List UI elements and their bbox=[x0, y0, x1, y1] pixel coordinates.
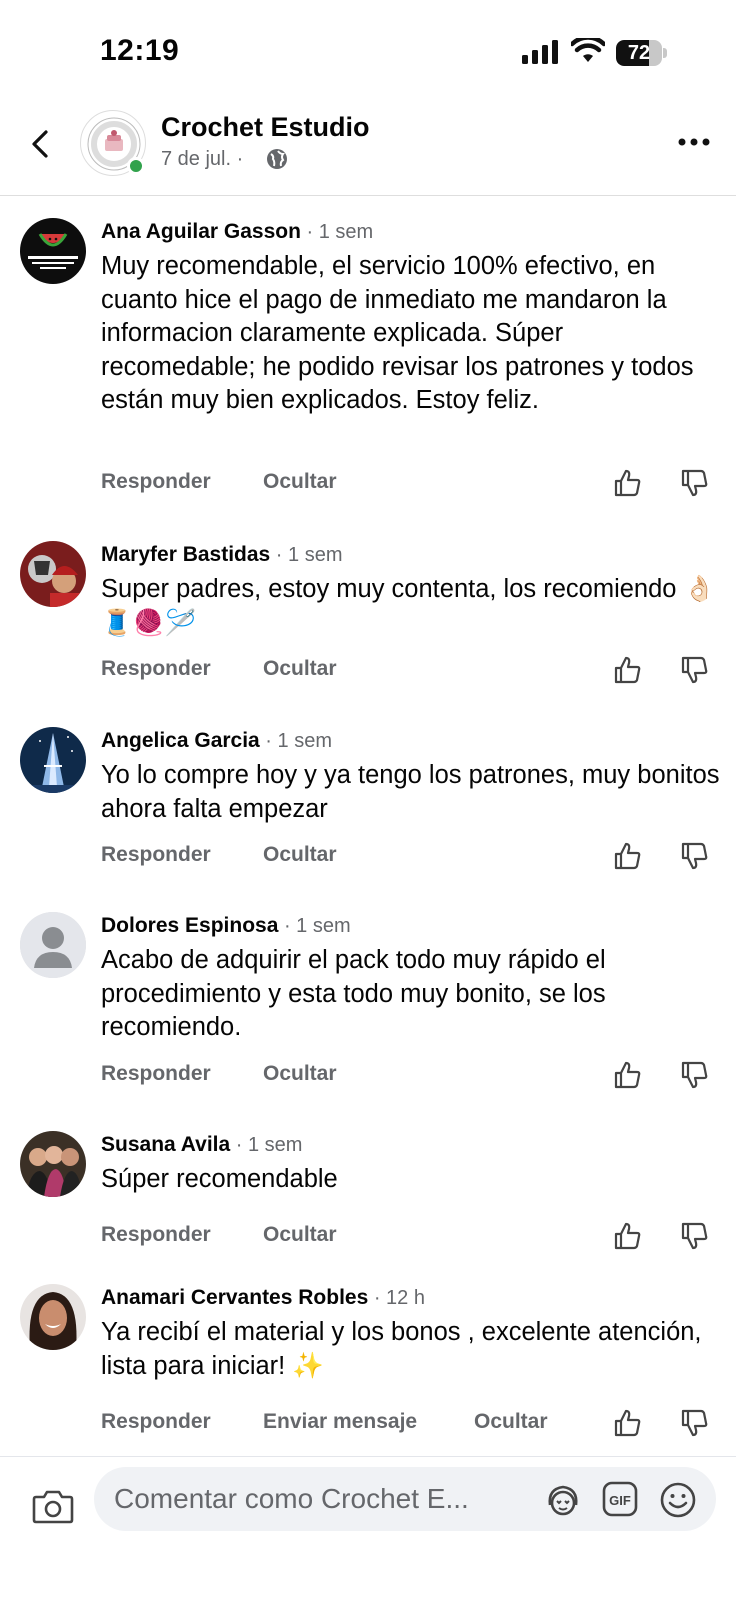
like-icon[interactable] bbox=[613, 468, 643, 498]
like-icon[interactable] bbox=[613, 841, 643, 871]
hide-button[interactable]: Ocultar bbox=[263, 1062, 337, 1086]
comment-author[interactable]: Susana Avila bbox=[101, 1133, 230, 1156]
page-name[interactable]: Crochet Estudio bbox=[161, 112, 370, 143]
wifi-icon bbox=[571, 38, 605, 62]
cellular-signal-icon bbox=[522, 40, 558, 64]
comment-item: Susana Avila · 1 sem Súper recomendable … bbox=[0, 1131, 736, 1261]
hide-button[interactable]: Ocultar bbox=[263, 1223, 337, 1247]
like-icon[interactable] bbox=[613, 1221, 643, 1251]
comment-input[interactable]: Comentar como Crochet E... GIF bbox=[94, 1467, 716, 1531]
dislike-icon[interactable] bbox=[680, 1060, 710, 1090]
comment-text: Super padres, estoy muy contenta, los re… bbox=[101, 575, 716, 637]
camera-icon[interactable] bbox=[32, 1487, 74, 1525]
commenter-avatar[interactable] bbox=[20, 1284, 86, 1350]
comment-text: Muy recomendable, el servicio 100% efect… bbox=[101, 252, 694, 414]
comment-text: Súper recomendable bbox=[101, 1165, 338, 1193]
comment-author[interactable]: Ana Aguilar Gasson bbox=[101, 220, 301, 243]
comment-author[interactable]: Maryfer Bastidas bbox=[101, 543, 270, 566]
dislike-icon[interactable] bbox=[680, 1221, 710, 1251]
comment-time: · 1 sem bbox=[278, 915, 351, 937]
commenter-avatar[interactable] bbox=[20, 1131, 86, 1197]
reply-button[interactable]: Responder bbox=[101, 657, 211, 681]
emoji-icon[interactable] bbox=[659, 1481, 697, 1519]
reply-button[interactable]: Responder bbox=[101, 1062, 211, 1086]
hide-button[interactable]: Ocultar bbox=[263, 470, 337, 494]
comment-item: Dolores Espinosa · 1 sem Acabo de adquir… bbox=[0, 912, 736, 1102]
more-options-icon[interactable] bbox=[676, 130, 716, 154]
battery-level-text: 72 bbox=[627, 42, 651, 64]
reply-button[interactable]: Responder bbox=[101, 1223, 211, 1247]
globe-icon bbox=[267, 149, 287, 169]
status-time: 12:19 bbox=[100, 34, 180, 67]
commenter-avatar[interactable] bbox=[20, 218, 86, 284]
comment-time: · 1 sem bbox=[259, 730, 332, 752]
online-status-dot bbox=[127, 157, 145, 175]
commenter-avatar[interactable] bbox=[20, 912, 86, 978]
comment-author[interactable]: Anamari Cervantes Robles bbox=[101, 1286, 368, 1309]
comment-text: Ya recibí el material y los bonos , exce… bbox=[101, 1318, 702, 1380]
like-icon[interactable] bbox=[613, 655, 643, 685]
dislike-icon[interactable] bbox=[680, 655, 710, 685]
commenter-avatar[interactable] bbox=[20, 727, 86, 793]
post-date[interactable]: 7 de jul. · bbox=[161, 148, 243, 171]
comment-time: · 12 h bbox=[368, 1287, 425, 1309]
reply-button[interactable]: Responder bbox=[101, 1410, 211, 1434]
reply-button[interactable]: Responder bbox=[101, 470, 211, 494]
like-icon[interactable] bbox=[613, 1060, 643, 1090]
comment-item: Ana Aguilar Gasson · 1 sem Muy recomenda… bbox=[0, 218, 736, 518]
dislike-icon[interactable] bbox=[680, 1408, 710, 1438]
hide-button[interactable]: Ocultar bbox=[474, 1410, 548, 1434]
comment-text: Yo lo compre hoy y ya tengo los patrones… bbox=[101, 761, 720, 823]
comment-item: Anamari Cervantes Robles · 12 h Ya recib… bbox=[0, 1284, 736, 1444]
comment-time: · 1 sem bbox=[230, 1134, 303, 1156]
comment-time: · 1 sem bbox=[300, 221, 374, 243]
comment-text: Acabo de adquirir el pack todo muy rápid… bbox=[101, 946, 606, 1041]
comment-placeholder: Comentar como Crochet E... bbox=[114, 1483, 469, 1514]
dislike-icon[interactable] bbox=[680, 841, 710, 871]
dislike-icon[interactable] bbox=[680, 468, 710, 498]
status-bar: 12:19 72 bbox=[0, 0, 736, 100]
send-message-button[interactable]: Enviar mensaje bbox=[263, 1410, 417, 1434]
reply-button[interactable]: Responder bbox=[101, 843, 211, 867]
battery-indicator: 72 bbox=[616, 40, 667, 66]
hide-button[interactable]: Ocultar bbox=[263, 843, 337, 867]
back-arrow-icon[interactable] bbox=[22, 122, 62, 166]
comment-author[interactable]: Angelica Garcia bbox=[101, 729, 260, 752]
like-icon[interactable] bbox=[613, 1408, 643, 1438]
comment-composer: Comentar como Crochet E... GIF bbox=[0, 1456, 736, 1600]
comment-item: Maryfer Bastidas · 1 sem Super padres, e… bbox=[0, 541, 736, 701]
gif-icon[interactable]: GIF bbox=[602, 1481, 638, 1517]
commenter-avatar[interactable] bbox=[20, 541, 86, 607]
comment-author[interactable]: Dolores Espinosa bbox=[101, 914, 278, 937]
avatar-sticker-icon[interactable] bbox=[544, 1481, 582, 1519]
post-header: Crochet Estudio 7 de jul. · bbox=[0, 100, 736, 196]
comment-time: · 1 sem bbox=[270, 544, 343, 566]
svg-text:GIF: GIF bbox=[609, 1493, 631, 1508]
hide-button[interactable]: Ocultar bbox=[263, 657, 337, 681]
comment-item: Angelica Garcia · 1 sem Yo lo compre hoy… bbox=[0, 727, 736, 887]
